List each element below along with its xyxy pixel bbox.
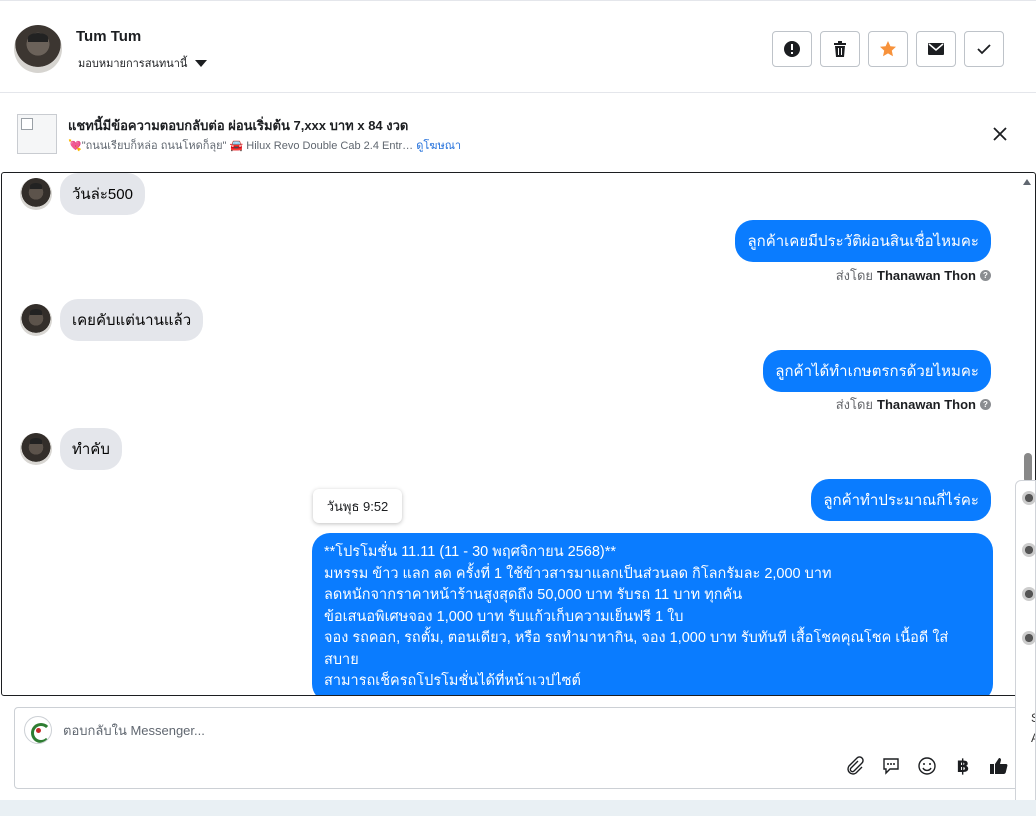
incoming-bubble: ทำคับ [60,428,122,470]
sent-by-label: ส่งโดย [835,397,874,412]
payment-button[interactable]: ฿ [951,754,975,778]
star-icon [880,41,896,57]
side-panel-peek[interactable]: S A [1015,480,1036,816]
like-button[interactable] [987,754,1011,778]
promo-line: มหรรม ข้าว แลก ลด ครั้งที่ 1 ใช้ข้าวสารม… [324,565,832,582]
report-button[interactable] [772,31,812,67]
promo-line: **โปรโมชั่น 11.11 (11 - 30 พฤศจิกายน 256… [324,544,617,560]
outgoing-message: ลูกค้าได้ทำเกษตรกรด้วยไหมคะ [763,350,991,392]
contact-avatar [20,433,52,465]
contact-avatar [20,304,52,336]
emoji-button[interactable] [915,754,939,778]
scroll-up-arrow-icon[interactable] [1023,179,1031,185]
sent-by-line: ส่งโดย Thanawan Thon ? [836,394,991,415]
page-avatar[interactable] [24,716,52,744]
speech-bubble-icon [883,758,899,775]
incoming-bubble: วันล่ะ500 [60,173,145,215]
sender-name: Thanawan Thon [877,397,976,412]
reply-input[interactable] [63,723,823,738]
trash-icon [834,41,846,57]
composer-toolbar: ฿ [843,754,1011,778]
report-icon [784,41,800,57]
assign-conversation-dropdown[interactable]: มอบหมายการสนทนานี้ [78,54,208,72]
ad-context-bar: แชทนี้มีข้อความตอบกลับต่อ ผ่อนเริ่มต้น 7… [0,94,1036,172]
caret-down-icon [195,59,208,67]
contact-avatar [1022,491,1035,505]
promo-line: ข้อเสนอพิเศษจอง 1,000 บาท รับแก้วเก็บควา… [324,608,684,625]
reply-composer: ฿ [14,707,1026,789]
incoming-message: วันล่ะ500 [20,173,145,215]
header-toolbar [772,31,1004,67]
scrollbar-thumb[interactable] [1024,453,1032,483]
baht-icon: ฿ [956,756,970,776]
paperclip-icon [847,756,864,775]
thumbs-up-icon [990,758,1008,774]
conversation-header: Tum Tum มอบหมายการสนทนานี้ [0,0,1036,93]
mark-done-button[interactable] [964,31,1004,67]
page-footer-strip [0,800,1036,816]
close-icon[interactable] [992,126,1008,142]
ad-subtitle: 💘"ถนนเรียบก็หล่อ ถนนโหดก็ลุย" 🚘 Hilux Re… [68,136,461,154]
outgoing-bubble: ลูกค้าทำประมาณกี่ไร่คะ [811,479,991,521]
sent-by-line: ส่งโดย Thanawan Thon ? [836,265,991,286]
outgoing-message: ลูกค้าทำประมาณกี่ไร่คะ [811,479,991,521]
promotion-message-bubble: **โปรโมชั่น 11.11 (11 - 30 พฤศจิกายน 256… [312,533,993,695]
sender-name: Thanawan Thon [877,268,976,283]
contact-avatar [1022,543,1035,557]
promo-line: ลดหนักจากราคาหน้าร้านสูงสุดถึง 50,000 บา… [324,587,743,603]
contact-name[interactable]: Tum Tum [76,28,141,45]
ad-description: 💘"ถนนเรียบก็หล่อ ถนนโหดก็ลุย" 🚘 Hilux Re… [68,140,414,152]
smiley-icon [918,757,936,775]
help-icon[interactable]: ? [980,270,991,281]
outgoing-bubble: ลูกค้าได้ทำเกษตรกรด้วยไหมคะ [763,350,991,392]
delete-button[interactable] [820,31,860,67]
outgoing-bubble: ลูกค้าเคยมีประวัติผ่อนสินเชื่อไหมคะ [735,220,991,262]
incoming-bubble: เคยคับแต่นานแล้ว [60,299,204,341]
incoming-message: เคยคับแต่นานแล้ว [20,299,204,341]
side-panel-letter: S [1031,711,1035,725]
envelope-icon [928,43,944,55]
ad-title: แชทนี้มีข้อความตอบกลับต่อ ผ่อนเริ่มต้น 7… [68,118,409,133]
saved-replies-button[interactable] [879,754,903,778]
view-ad-link[interactable]: ดูโฆษณา [416,140,461,152]
sent-by-label: ส่งโดย [835,268,874,283]
message-thread[interactable]: วันล่ะ500 ลูกค้าเคยมีประวัติผ่อนสินเชื่อ… [1,172,1036,696]
timestamp-tooltip: วันพุธ 9:52 [313,489,402,523]
promo-line: สามารถเช็ครถโปรโมชั่นได้ที่หน้าเวปไซต์ [324,673,581,689]
attach-button[interactable] [843,754,867,778]
contact-avatar [1022,631,1035,645]
contact-avatar [1022,587,1035,601]
incoming-message: ทำคับ [20,428,122,470]
promo-line: จอง รถคอก, รถตั้ม, ตอนเดียว, หรือ รถทำมา… [324,630,949,668]
contact-avatar [20,178,52,210]
side-panel-letter: A [1031,731,1035,745]
mark-unread-button[interactable] [916,31,956,67]
star-button[interactable] [868,31,908,67]
assign-label: มอบหมายการสนทนานี้ [78,58,188,70]
outgoing-message: ลูกค้าเคยมีประวัติผ่อนสินเชื่อไหมคะ [735,220,991,262]
check-icon [977,44,991,55]
contact-avatar[interactable] [14,25,62,73]
ad-thumbnail[interactable] [17,114,57,154]
help-icon[interactable]: ? [980,399,991,410]
